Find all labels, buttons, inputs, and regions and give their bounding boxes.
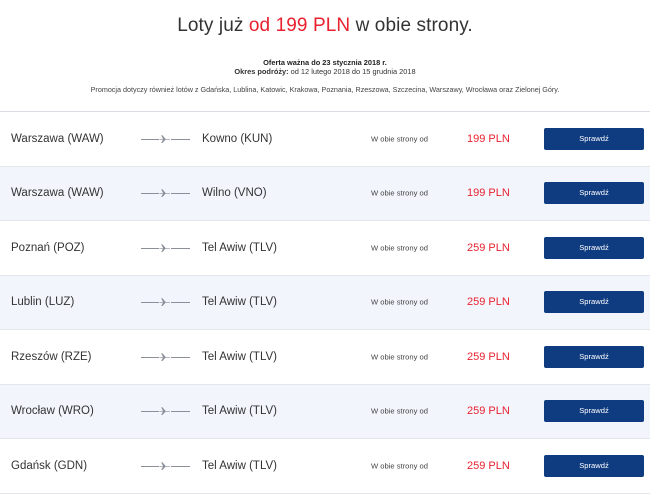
destination-city: Kowno (KUN): [202, 132, 273, 145]
offer-validity: Oferta ważna do 23 stycznia 2018 r.: [263, 58, 387, 67]
origin-city: Rzeszów (RZE): [11, 350, 92, 363]
origin-city: Gdańsk (GDN): [11, 459, 88, 472]
fare-label: W obie strony od: [371, 297, 428, 307]
fare-label: W obie strony od: [371, 188, 428, 198]
check-button[interactable]: Sprawdź: [544, 400, 644, 423]
check-button[interactable]: Sprawdź: [544, 291, 644, 314]
fare-price: 259 PLN: [467, 405, 510, 418]
destination-city: Tel Awiw (TLV): [202, 459, 277, 472]
check-button[interactable]: Sprawdź: [544, 345, 644, 368]
fare-label: W obie strony od: [371, 406, 428, 416]
destination-city: Tel Awiw (TLV): [202, 405, 277, 418]
flight-row: Lublin (LUZ) Tel Awiw (TLV) W obie stron…: [0, 275, 650, 330]
fare-price: 259 PLN: [467, 350, 510, 363]
fare-label: W obie strony od: [371, 134, 428, 144]
fare-label: W obie strony od: [371, 243, 428, 253]
plane-icon: [159, 242, 171, 253]
page-title: Loty już od 199 PLN w obie strony.: [0, 15, 650, 37]
origin-city: Warszawa (WAW): [11, 132, 104, 145]
fare-price: 259 PLN: [467, 459, 510, 472]
travel-period: Okres podróży: od 12 lutego 2018 do 15 g…: [0, 67, 650, 76]
plane-icon: [159, 351, 171, 362]
promo-header: Loty już od 199 PLN w obie strony. Ofert…: [0, 0, 650, 112]
plane-icon: [159, 460, 171, 471]
travel-period-value: od 12 lutego 2018 do 15 grudnia 2018: [288, 67, 416, 76]
fare-price: 199 PLN: [467, 187, 510, 200]
fare-label: W obie strony od: [371, 461, 428, 471]
destination-city: Tel Awiw (TLV): [202, 350, 277, 363]
headline-price: od 199 PLN: [248, 15, 351, 36]
headline-suffix: w obie strony.: [350, 15, 473, 36]
check-button[interactable]: Sprawdź: [544, 182, 644, 205]
fare-label: W obie strony od: [371, 352, 428, 362]
check-button[interactable]: Sprawdź: [544, 236, 644, 259]
flight-row: Rzeszów (RZE) Tel Awiw (TLV) W obie stro…: [0, 330, 650, 385]
origin-city: Wrocław (WRO): [11, 405, 94, 418]
plane-icon: [159, 133, 171, 144]
check-button[interactable]: Sprawdź: [544, 454, 644, 477]
flight-row: Wrocław (WRO) Tel Awiw (TLV) W obie stro…: [0, 384, 650, 439]
flight-row: Poznań (POZ) Tel Awiw (TLV) W obie stron…: [0, 221, 650, 276]
plane-icon: [159, 406, 171, 417]
destination-city: Tel Awiw (TLV): [202, 296, 277, 309]
origin-city: Poznań (POZ): [11, 241, 85, 254]
plane-icon: [159, 297, 171, 308]
origin-city: Lublin (LUZ): [11, 296, 75, 309]
fare-price: 259 PLN: [467, 296, 510, 309]
headline-text: Loty już: [177, 15, 249, 36]
flight-row: Warszawa (WAW) Wilno (VNO) W obie strony…: [0, 166, 650, 221]
plane-icon: [159, 188, 171, 199]
fare-price: 199 PLN: [467, 132, 510, 145]
destination-city: Wilno (VNO): [202, 187, 267, 200]
check-button[interactable]: Sprawdź: [544, 127, 644, 150]
flight-row: Gdańsk (GDN) Tel Awiw (TLV) W obie stron…: [0, 439, 650, 494]
fare-price: 259 PLN: [467, 241, 510, 254]
flight-row: Warszawa (WAW) Kowno (KUN) W obie strony…: [0, 112, 650, 167]
origin-city: Warszawa (WAW): [11, 187, 104, 200]
destination-city: Tel Awiw (TLV): [202, 241, 277, 254]
travel-period-label: Okres podróży:: [234, 67, 289, 76]
promo-note: Promocja dotyczy również lotów z Gdańska…: [90, 85, 560, 94]
flight-list: Warszawa (WAW) Kowno (KUN) W obie strony…: [0, 112, 650, 494]
